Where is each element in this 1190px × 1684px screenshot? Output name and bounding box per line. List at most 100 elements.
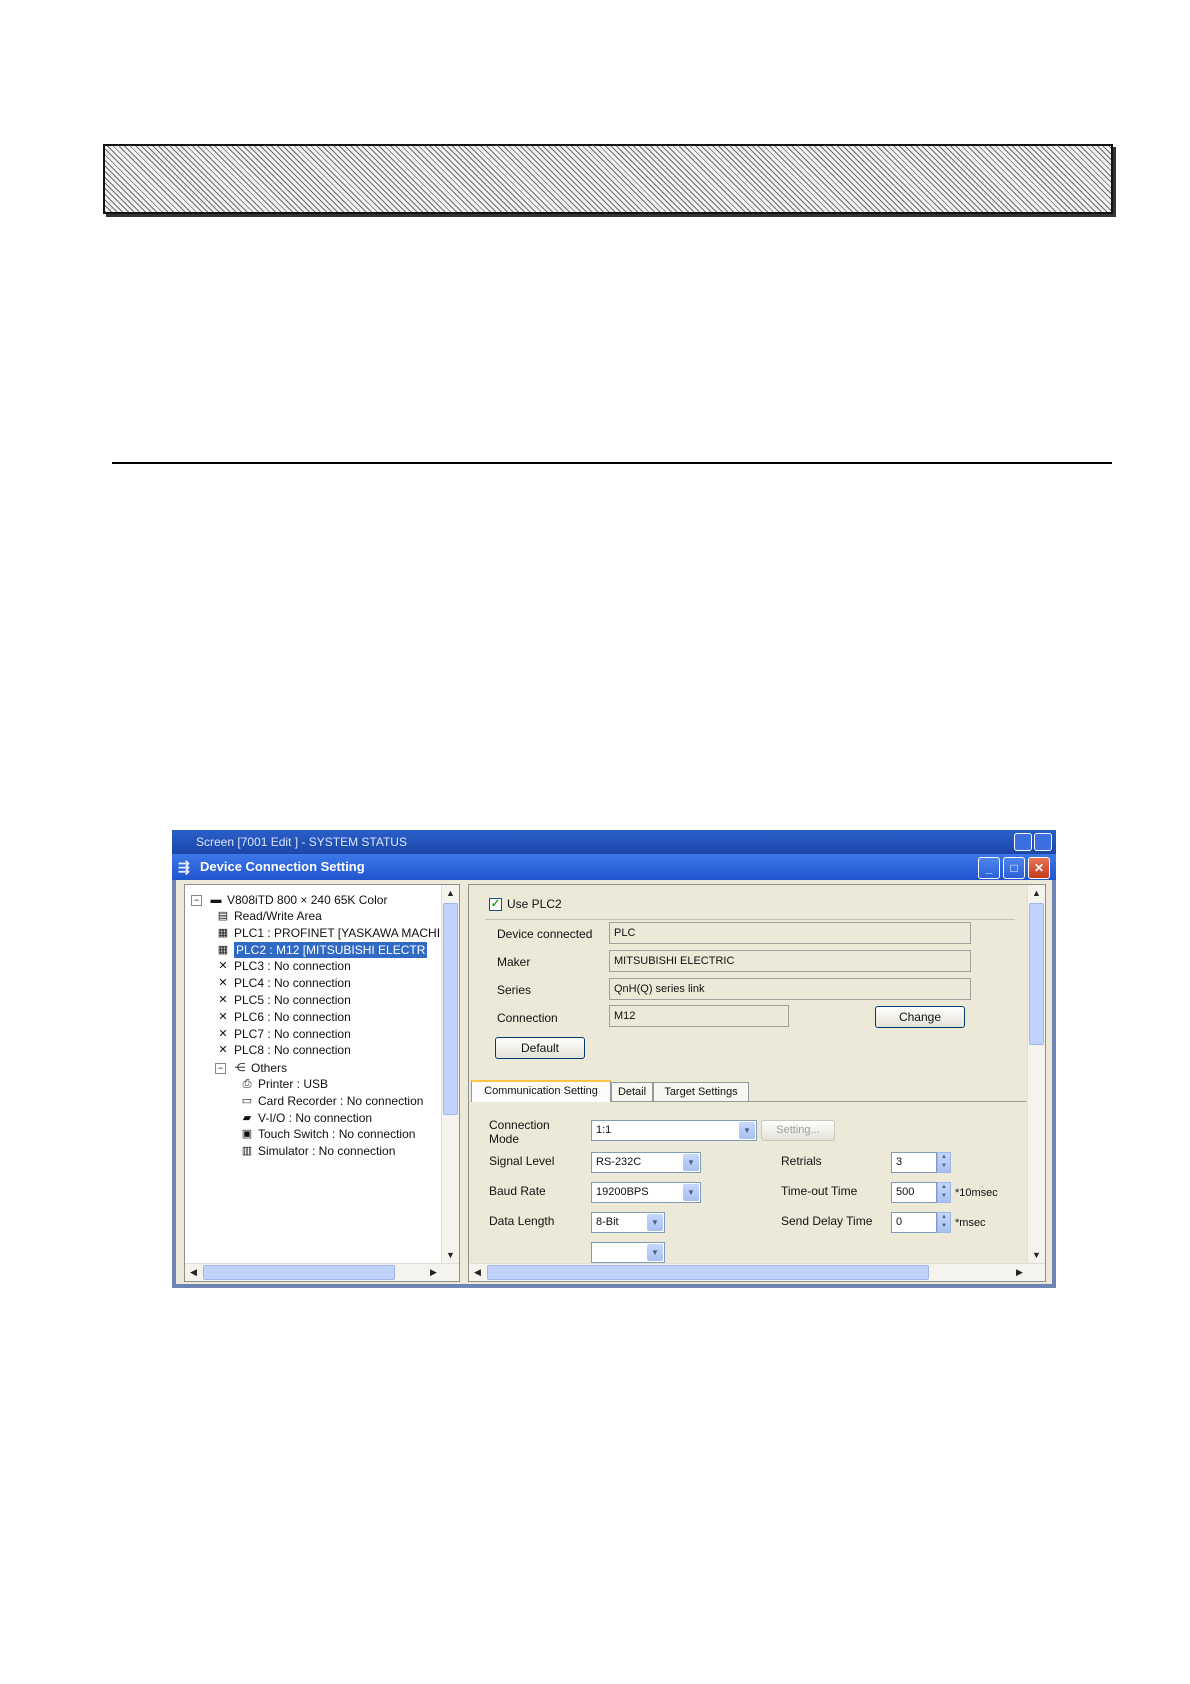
tree-root[interactable]: − ▬ V808iTD 800 × 240 65K Color <box>191 892 387 908</box>
signal-level-select[interactable]: RS-232C ▼ <box>591 1152 701 1173</box>
tree-item[interactable]: ▦ PLC2 : M12 [MITSUBISHI ELECTR <box>215 941 428 958</box>
tree-horizontal-scrollbar[interactable]: ◀ ▶ <box>185 1263 459 1281</box>
tree-other-item[interactable]: ▥ Simulator : No connection <box>239 1143 396 1159</box>
data-length-label: Data Length <box>489 1214 555 1228</box>
send-delay-label: Send Delay Time <box>781 1214 873 1228</box>
retrials-input[interactable]: 3 <box>891 1152 937 1173</box>
send-delay-input[interactable]: 0 <box>891 1212 937 1233</box>
device-tree-panel: − ▬ V808iTD 800 × 240 65K Color ▤ Read/Wr… <box>184 884 460 1282</box>
scroll-down-icon[interactable]: ▼ <box>1028 1247 1045 1264</box>
chevron-down-icon[interactable]: ▼ <box>647 1244 663 1261</box>
tree-scroll-thumb[interactable] <box>443 903 458 1115</box>
next-setting-select[interactable]: ▼ <box>591 1242 665 1263</box>
touch-switch-icon: ▣ <box>241 1128 253 1141</box>
device-connection-dialog: Screen [7001 Edit ] - SYSTEM STATUS ⇶ De… <box>172 830 1056 1288</box>
use-plc-checkbox[interactable]: ✓ <box>489 898 502 911</box>
tab-communication-setting[interactable]: Communication Setting <box>471 1080 611 1102</box>
signal-level-label: Signal Level <box>489 1154 555 1168</box>
device-connected-label: Device connected <box>497 927 593 941</box>
scroll-up-icon[interactable]: ▲ <box>1028 885 1045 902</box>
horizontal-rule <box>112 462 1112 464</box>
plc-icon: ▦ <box>217 926 229 939</box>
tree-node-others-label: Others <box>251 1061 288 1075</box>
tree-item[interactable]: ▦ PLC1 : PROFINET [YASKAWA MACHIN <box>215 925 449 941</box>
timeout-unit: *10msec <box>955 1187 998 1199</box>
chevron-down-icon[interactable]: ▼ <box>739 1122 755 1139</box>
tree-other-item[interactable]: ⎙ Printer : USB <box>239 1076 328 1092</box>
collapse-icon[interactable]: − <box>191 894 202 906</box>
tree-vertical-scrollbar[interactable]: ▲ ▼ <box>441 885 459 1264</box>
tree-item[interactable]: ✕ PLC6 : No connection <box>215 1009 350 1025</box>
tab-detail[interactable]: Detail <box>611 1082 653 1102</box>
tree-item[interactable]: ▤ Read/Write Area <box>215 908 322 924</box>
timeout-input[interactable]: 500 <box>891 1182 937 1203</box>
settings-vertical-scrollbar[interactable]: ▲ ▼ <box>1027 885 1045 1264</box>
maximize-button[interactable]: □ <box>1003 857 1025 879</box>
disconnected-icon: ✕ <box>218 977 228 990</box>
change-button[interactable]: Change <box>875 1006 965 1028</box>
tree-item[interactable]: ✕ PLC4 : No connection <box>215 975 351 991</box>
settings-panel: ✓ Use PLC2 Device connected PLC Maker MI… <box>468 884 1046 1282</box>
printer-icon: ⎙ <box>242 1078 252 1090</box>
tree-item-label: PLC4 : No connection <box>234 976 351 991</box>
tree-item[interactable]: ✕ PLC5 : No connection <box>215 992 350 1008</box>
tree-other-item[interactable]: ▭ Card Recorder : No connection <box>239 1093 424 1109</box>
tree-root-label: V808iTD 800 × 240 65K Color <box>227 893 388 907</box>
scroll-left-icon[interactable]: ◀ <box>469 1264 486 1281</box>
collapse-icon[interactable]: − <box>215 1062 226 1074</box>
baud-rate-select[interactable]: 19200BPS ▼ <box>591 1182 701 1203</box>
disconnected-icon: ✕ <box>218 994 228 1006</box>
chevron-down-icon[interactable]: ▼ <box>647 1214 663 1231</box>
retrials-spinner[interactable]: ▲ ▼ <box>937 1152 951 1173</box>
data-length-select[interactable]: 8-Bit ▼ <box>591 1212 665 1233</box>
background-close-button[interactable] <box>1034 833 1052 851</box>
baud-rate-value: 19200BPS <box>596 1186 649 1198</box>
scroll-down-icon[interactable]: ▼ <box>442 1247 459 1264</box>
series-value: QnH(Q) series link <box>609 978 971 1000</box>
device-connected-value: PLC <box>609 922 971 944</box>
tree-hscroll-thumb[interactable] <box>203 1265 395 1280</box>
dialog-titlebar[interactable]: ⇶ Device Connection Setting _ □ ✕ <box>172 854 1056 880</box>
disconnected-icon: ✕ <box>218 960 228 973</box>
group-separator <box>485 919 1015 920</box>
tree-item-label: PLC3 : No connection <box>234 959 351 974</box>
default-button[interactable]: Default <box>495 1037 585 1059</box>
close-button[interactable]: ✕ <box>1028 857 1050 879</box>
tree-other-item-label: Printer : USB <box>258 1077 329 1091</box>
tree-other-item-label: Card Recorder : No connection <box>258 1093 424 1108</box>
use-plc-label: Use PLC2 <box>507 897 562 911</box>
scroll-right-icon[interactable]: ▶ <box>1011 1264 1028 1281</box>
tree-item[interactable]: ✕ PLC3 : No connection <box>215 958 351 974</box>
tree-item[interactable]: ✕ PLC8 : No connection <box>215 1042 351 1058</box>
pane-splitter[interactable] <box>460 884 468 1282</box>
baud-rate-label: Baud Rate <box>489 1184 546 1198</box>
chevron-down-icon[interactable]: ▼ <box>683 1154 699 1171</box>
chevron-down-icon[interactable]: ▼ <box>683 1184 699 1201</box>
settings-hscroll-thumb[interactable] <box>487 1265 929 1280</box>
send-delay-spinner[interactable]: ▲ ▼ <box>937 1212 951 1233</box>
maker-value: MITSUBISHI ELECTRIC <box>609 950 971 972</box>
tree-node-others[interactable]: − ⋲ Others <box>215 1060 287 1076</box>
setting-button[interactable]: Setting... <box>761 1120 835 1141</box>
tree-item-label: PLC7 : No connection <box>234 1026 351 1041</box>
background-restore-button[interactable] <box>1014 833 1032 851</box>
timeout-spinner[interactable]: ▲ ▼ <box>937 1182 951 1203</box>
tree-item-label: PLC8 : No connection <box>234 1043 351 1058</box>
settings-scroll-thumb[interactable] <box>1029 903 1044 1045</box>
settings-horizontal-scrollbar[interactable]: ◀ ▶ <box>469 1263 1045 1281</box>
scroll-right-icon[interactable]: ▶ <box>425 1264 442 1281</box>
communication-setting-tab-body: Connection Mode 1:1 ▼ Setting... Signal … <box>471 1101 1026 1264</box>
connection-mode-select[interactable]: 1:1 ▼ <box>591 1120 757 1141</box>
tree-other-item-label: Simulator : No connection <box>258 1144 396 1159</box>
tree-item-label: PLC2 : M12 [MITSUBISHI ELECTR <box>234 941 428 958</box>
scroll-up-icon[interactable]: ▲ <box>442 885 459 902</box>
tree-item[interactable]: ✕ PLC7 : No connection <box>215 1026 351 1042</box>
tab-target-settings[interactable]: Target Settings <box>653 1082 749 1102</box>
simulator-icon: ▥ <box>241 1145 253 1158</box>
network-connection-icon: ⇶ <box>178 859 190 875</box>
scroll-left-icon[interactable]: ◀ <box>185 1264 202 1281</box>
tree-other-item[interactable]: ▣ Touch Switch : No connection <box>239 1126 416 1142</box>
tree-other-item[interactable]: ▰ V-I/O : No connection <box>239 1110 372 1126</box>
minimize-button[interactable]: _ <box>978 857 1000 879</box>
signal-level-value: RS-232C <box>596 1156 642 1168</box>
